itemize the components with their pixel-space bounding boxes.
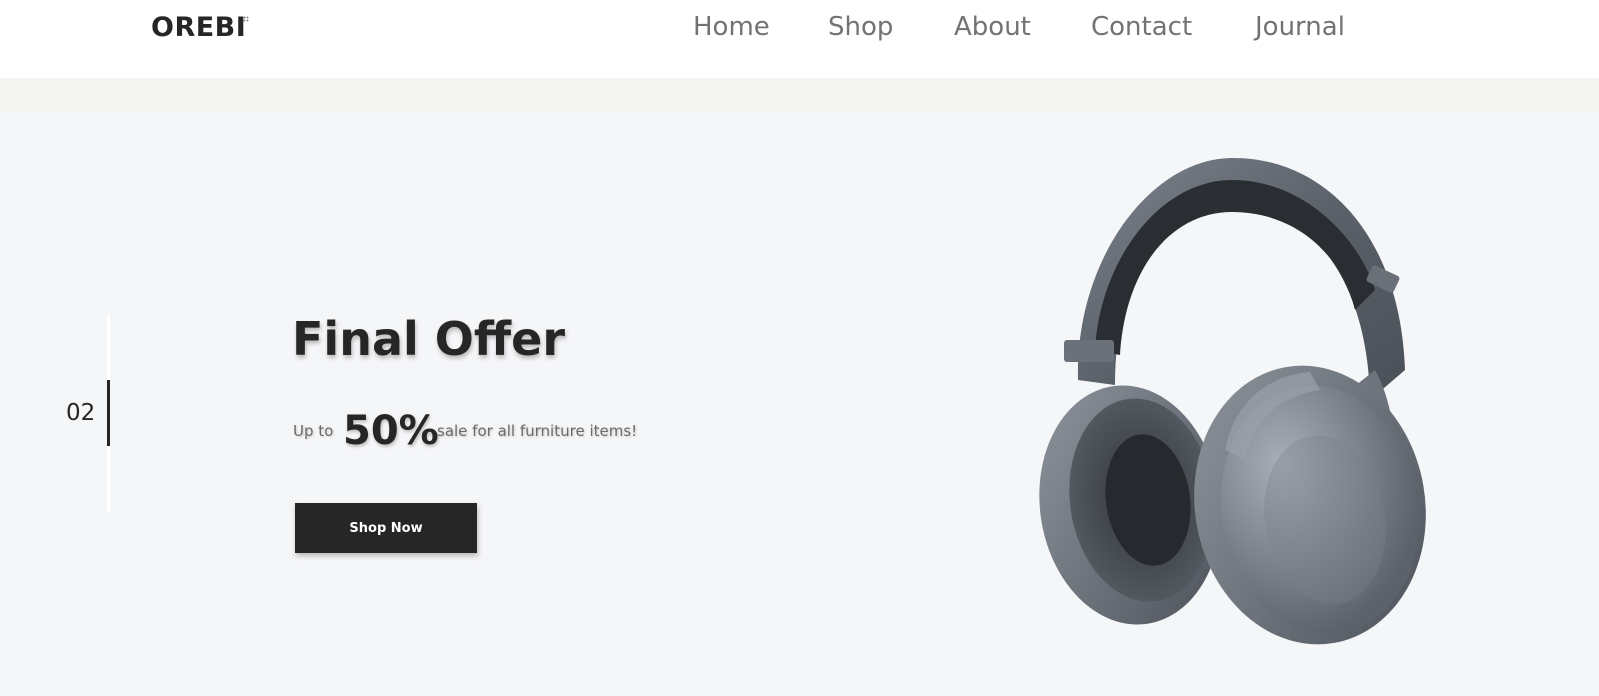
- offer-highlight: 50%: [343, 408, 439, 454]
- header-divider-strip: [0, 78, 1599, 112]
- offer-prefix: Up to: [293, 422, 334, 440]
- shop-now-button[interactable]: Shop Now: [295, 503, 477, 553]
- headphones-image: [1039, 157, 1426, 645]
- slide-indicator-number[interactable]: 02: [66, 400, 95, 426]
- page: OREBI Home Shop About Contact Journal 02…: [0, 0, 1599, 696]
- nav-about-link[interactable]: About: [954, 12, 1031, 42]
- logo-dots-icon: [243, 16, 249, 22]
- hero-title: Final Offer: [292, 312, 566, 366]
- nav-shop-link[interactable]: Shop: [828, 12, 893, 42]
- site-logo[interactable]: OREBI: [151, 12, 246, 43]
- nav-home-link[interactable]: Home: [693, 12, 770, 42]
- site-header: OREBI Home Shop About Contact Journal: [0, 0, 1599, 78]
- nav-contact-link[interactable]: Contact: [1091, 12, 1192, 42]
- offer-suffix: sale for all furniture items!: [437, 422, 638, 440]
- slide-indicator-active[interactable]: [107, 380, 110, 446]
- nav-journal-link[interactable]: Journal: [1255, 12, 1345, 42]
